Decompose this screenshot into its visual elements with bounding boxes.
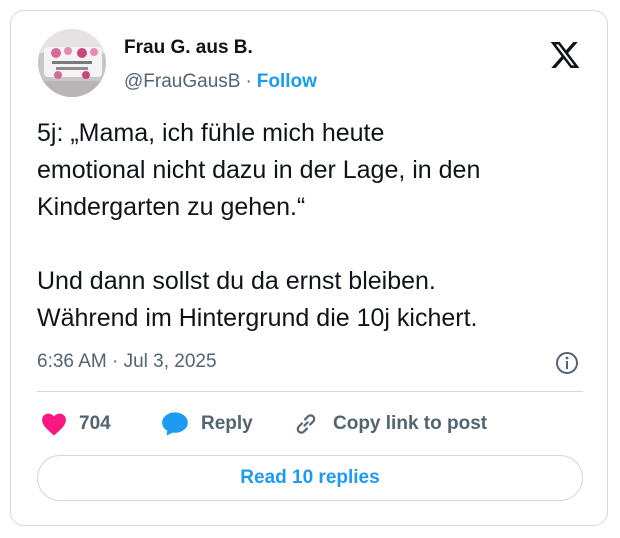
author-name[interactable]: Frau G. aus B. [124, 37, 253, 59]
tweet-card: Frau G. aus B. @FrauGausB · Follow 5j: „Ma… [10, 10, 608, 526]
handle-row: @FrauGausB · Follow [124, 71, 317, 93]
avatar-image [38, 29, 106, 97]
like-button[interactable]: 704 [41, 409, 111, 439]
tweet-date: Jul 3, 2025 [123, 351, 217, 372]
reply-button[interactable]: Reply [161, 409, 253, 439]
divider [37, 391, 583, 392]
timestamp[interactable]: 6:36 AM · Jul 3, 2025 [37, 351, 217, 373]
reply-label: Reply [201, 413, 253, 434]
follow-button[interactable]: Follow [257, 71, 317, 92]
tweet-time: 6:36 AM [37, 351, 107, 372]
tweet-line: Und dann sollst du da ernst bleiben. [37, 267, 436, 295]
author-handle[interactable]: @FrauGausB [124, 71, 240, 92]
copy-link-button[interactable]: Copy link to post [291, 409, 487, 439]
copy-link-label: Copy link to post [333, 413, 488, 434]
tweet-line: Kindergarten zu gehen.“ [37, 193, 306, 221]
tweet-line: emotional nicht dazu in der Lage, in den [37, 156, 481, 184]
tweet-text: 5j: „Mama, ich fühle mich heute emotiona… [37, 115, 597, 337]
link-icon [296, 414, 316, 434]
avatar[interactable] [38, 29, 106, 97]
date-separator: · [112, 351, 119, 372]
tweet-line: 5j: „Mama, ich fühle mich heute [37, 119, 385, 147]
like-count: 704 [79, 413, 111, 434]
heart-icon [42, 413, 66, 436]
reply-bubble-icon [162, 412, 188, 436]
action-bar: 704 Reply Copy link to post [11, 409, 607, 439]
read-replies-button[interactable]: Read 10 replies [37, 455, 583, 501]
read-replies-label: Read 10 replies [240, 467, 380, 488]
x-logo-icon[interactable] [549, 39, 581, 71]
info-icon[interactable] [555, 351, 579, 375]
handle-separator: · [245, 71, 252, 92]
tweet-line: Während im Hintergrund die 10j kichert. [37, 304, 478, 332]
